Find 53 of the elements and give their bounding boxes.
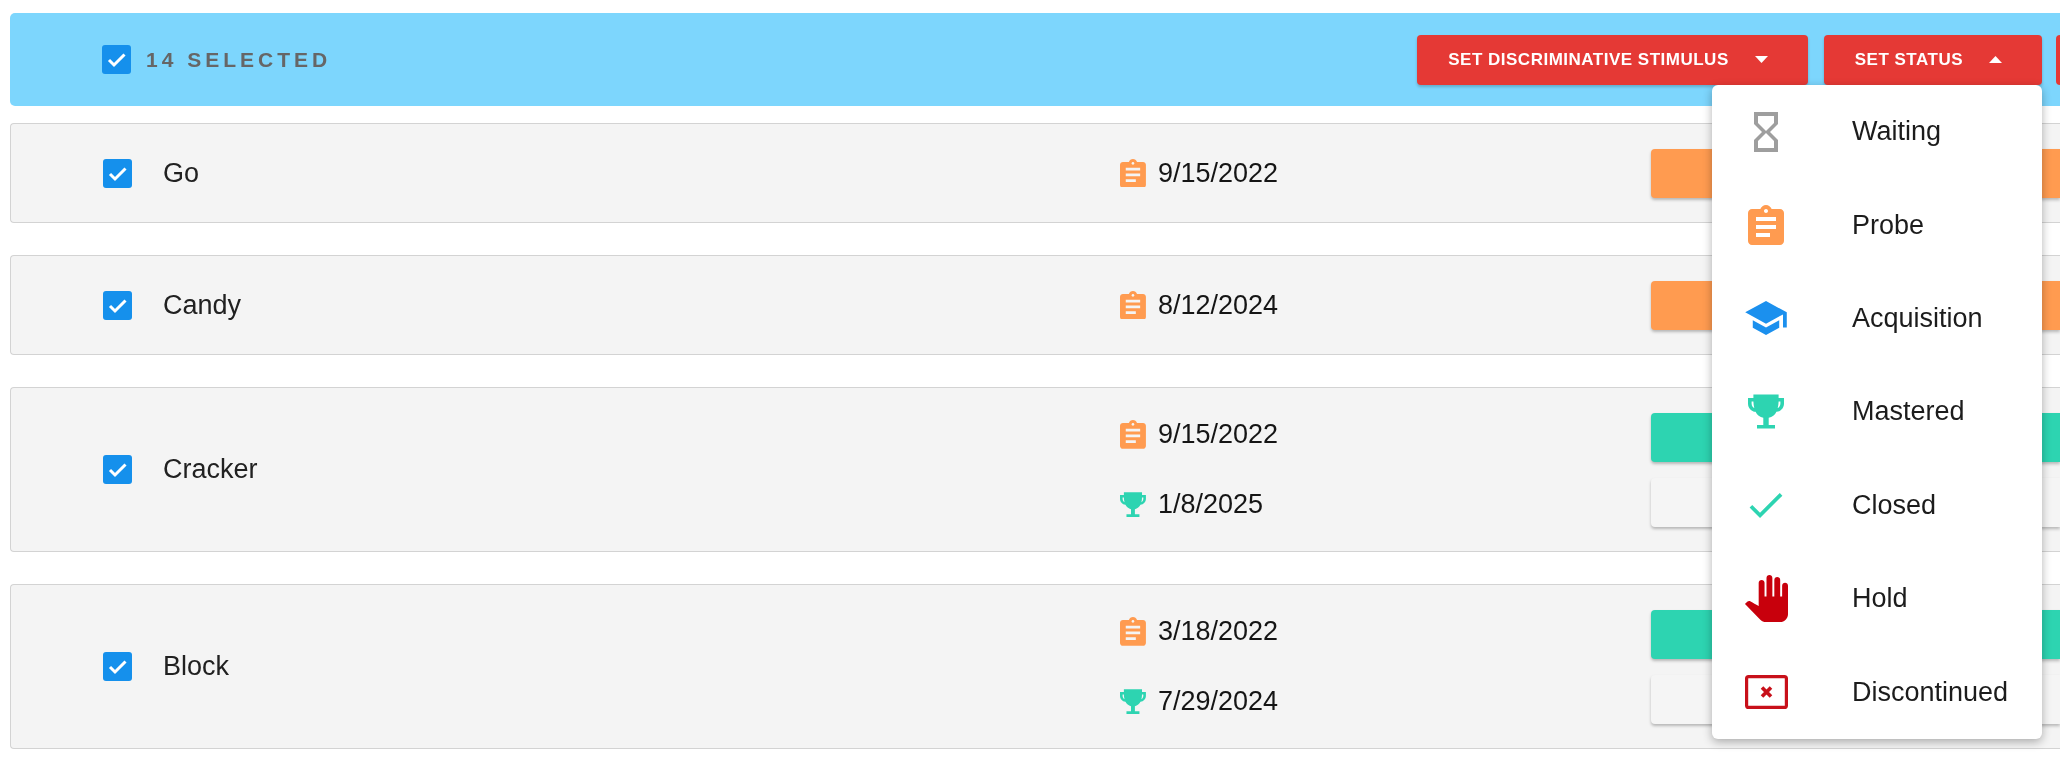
checkbox[interactable]: [103, 158, 132, 188]
status-button[interactable]: [1651, 674, 1714, 724]
clipboard-icon: [1120, 617, 1146, 646]
item-name: Candy: [163, 289, 242, 321]
item-name: Go: [163, 157, 200, 189]
menu-item[interactable]: Probe: [1712, 178, 2042, 272]
date-text: 7/29/2024: [1157, 686, 1279, 717]
status-button[interactable]: [1651, 148, 1714, 198]
menu-item[interactable]: Discontinued: [1712, 645, 2042, 739]
hourglass-icon: [1754, 111, 1778, 152]
hand-icon: [1744, 575, 1788, 623]
trophy-icon: [1748, 394, 1784, 430]
dropdown-button[interactable]: SET STATUS: [1823, 34, 2042, 85]
menu-item[interactable]: Mastered: [1712, 365, 2042, 459]
clipboard-icon: [1120, 420, 1146, 449]
status-button-edge[interactable]: [2040, 280, 2060, 330]
selection-count: 14 SELECTED: [146, 47, 332, 72]
status-button[interactable]: [1651, 412, 1714, 462]
checkbox[interactable]: [103, 290, 132, 320]
button-edge[interactable]: [2056, 34, 2060, 85]
status-button[interactable]: [1651, 280, 1714, 330]
trophy-icon: [1120, 688, 1146, 715]
item-name: Cracker: [163, 454, 258, 485]
checkbox[interactable]: [103, 652, 132, 681]
date-text: 9/15/2022: [1157, 157, 1279, 189]
clipboard-icon: [1748, 205, 1784, 246]
status-button-edge[interactable]: [2040, 674, 2060, 724]
status-button-edge[interactable]: [2040, 148, 2060, 198]
status-button[interactable]: [1651, 477, 1714, 527]
checkbox[interactable]: [102, 45, 131, 74]
trophy-icon: [1120, 491, 1146, 518]
menu-item[interactable]: Acquisition: [1712, 271, 2042, 366]
date-text: 3/18/2022: [1157, 616, 1279, 647]
clipboard-icon: [1120, 158, 1146, 188]
date-text: 9/15/2022: [1157, 419, 1279, 450]
menu-item[interactable]: Hold: [1712, 551, 2042, 646]
check-icon: [1749, 492, 1783, 518]
x-box-icon: [1744, 675, 1788, 710]
caret-icon: [1754, 56, 1768, 63]
status-button-edge[interactable]: [2040, 412, 2060, 462]
menu-item[interactable]: Waiting: [1712, 85, 2042, 179]
status-button[interactable]: [1651, 609, 1714, 659]
status-button-edge[interactable]: [2040, 477, 2060, 527]
caret-icon: [1989, 56, 2002, 63]
date-text: 8/12/2024: [1157, 289, 1279, 321]
status-button-edge[interactable]: [2040, 609, 2060, 659]
clipboard-icon: [1120, 290, 1146, 320]
checkbox[interactable]: [103, 455, 132, 484]
graduation-cap-icon: [1745, 301, 1787, 336]
menu-item[interactable]: Closed: [1712, 458, 2042, 552]
date-text: 1/8/2025: [1157, 489, 1263, 520]
dropdown-button[interactable]: SET DISCRIMINATIVE STIMULUS: [1417, 34, 1808, 85]
item-name: Block: [163, 651, 230, 682]
